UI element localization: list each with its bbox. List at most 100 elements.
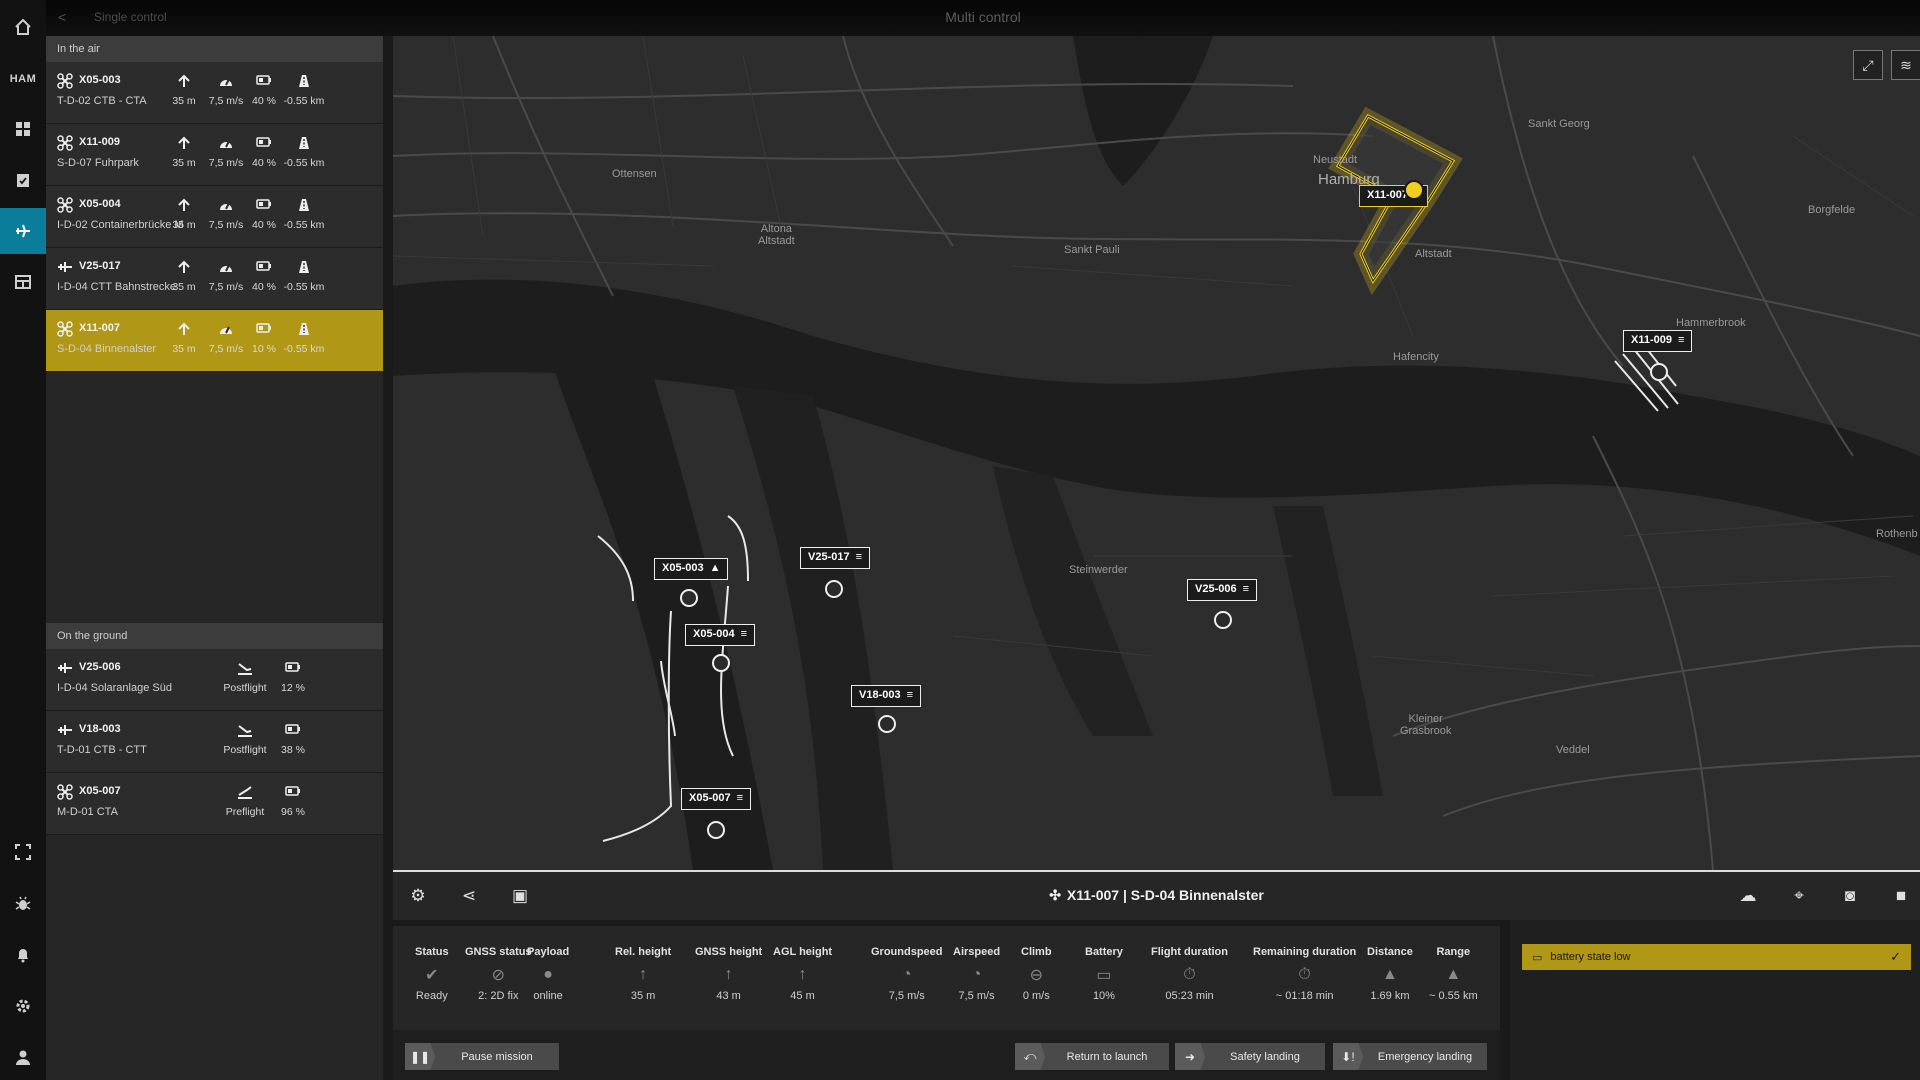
pause-mission-button[interactable]: ❚❚ Pause mission	[405, 1043, 559, 1070]
stat-value: Ready	[415, 990, 448, 1002]
map-label-sankt-georg: Sankt Georg	[1528, 118, 1590, 130]
settings-button[interactable]	[0, 983, 46, 1029]
map-tag-v25-017[interactable]: V25-017 ≡	[800, 547, 871, 569]
stat-value: 43 m	[716, 990, 741, 1002]
stat-value: 10%	[1092, 990, 1115, 1002]
menu-icon: ≡	[740, 628, 748, 640]
map-tag-v25-006[interactable]: V25-006 ≡	[1187, 579, 1258, 601]
mission-name: M-D-01 CTA	[57, 806, 118, 818]
map-tag-x11-007[interactable]: X11-007 ≡	[1359, 185, 1429, 207]
notifications-button[interactable]	[0, 932, 46, 978]
mission-name: T-D-02 CTB - CTA	[57, 95, 147, 107]
menu-icon: ≡	[855, 551, 863, 563]
selected-vehicle-title: ✣ X11-007 | S-D-04 Binnenalster	[1049, 887, 1264, 903]
fullscreen-button[interactable]	[0, 829, 46, 875]
on-ground-list-item[interactable]: V25-006 I-D-04 Solaranlage Süd Postfligh…	[46, 649, 383, 711]
weather-button[interactable]: ☁	[1737, 886, 1759, 908]
plane-icon	[57, 259, 73, 275]
range-metric: -0.55 km	[282, 74, 326, 107]
video-button[interactable]: ■	[1890, 886, 1912, 908]
emergency-landing-button[interactable]: ⬇! Emergency landing	[1333, 1043, 1487, 1070]
battery-icon	[271, 723, 315, 739]
map-label-sankt-pauli: Sankt Pauli	[1064, 244, 1120, 256]
in-air-list-item[interactable]: X11-009 S-D-07 Fuhrpark 35 m 7,5 m/s 40 …	[46, 124, 383, 186]
map-label-veddel: Veddel	[1556, 744, 1590, 756]
mission-name: I-D-04 Solaranlage Süd	[57, 682, 172, 694]
stat-label: Flight duration	[1151, 946, 1228, 958]
acknowledge-check-icon[interactable]: ✓	[1890, 949, 1901, 965]
on-ground-list-item[interactable]: X05-007 M-D-01 CTA Preflight 96 %	[46, 773, 383, 835]
in-air-list-item[interactable]: X05-004 I-D-02 Containerbrücke M 35 m 7,…	[46, 186, 383, 248]
menu-icon: ≡	[1413, 189, 1421, 201]
battery-alert[interactable]: ▭ battery state low ✓	[1522, 944, 1911, 970]
on-ground-list-item[interactable]: V18-003 T-D-01 CTB - CTT Postflight 38 %	[46, 711, 383, 773]
map-tag-x05-003[interactable]: X05-003 ▲	[654, 558, 729, 580]
mission-name: S-D-04 Binnenalster	[57, 343, 157, 355]
height-value: 35 m	[172, 95, 196, 107]
dot-icon: ●	[543, 966, 553, 983]
plane-icon	[57, 660, 73, 676]
map-label-hammerbrook: Hammerbrook	[1676, 317, 1746, 329]
camera-button[interactable]: ◙	[1839, 886, 1861, 908]
caret-up-icon: ▲	[709, 562, 721, 574]
battery-icon	[242, 136, 286, 152]
drone-icon	[57, 197, 73, 213]
map-tag-v18-003[interactable]: V18-003 ≡	[851, 685, 922, 707]
home-button[interactable]	[0, 4, 46, 50]
arrow-up-icon: ↑	[639, 966, 648, 983]
mission-name: S-D-07 Fuhrpark	[57, 157, 139, 169]
dashboard-button[interactable]	[0, 106, 46, 152]
stat-value: 05:23 min	[1165, 990, 1214, 1002]
stat-value: 0 m/s	[1022, 990, 1050, 1002]
stat-label: AGL height	[773, 946, 833, 958]
safety-landing-button[interactable]: ➜ Safety landing	[1175, 1043, 1325, 1070]
road-icon	[282, 136, 326, 152]
stat-label: Climb	[1021, 946, 1052, 958]
user-button[interactable]	[0, 1034, 46, 1080]
map-view[interactable]: Ottensen Altona Altstadt Sankt Pauli Neu…	[393, 36, 1920, 870]
mission-name: T-D-01 CTB - CTT	[57, 744, 147, 756]
checklist-button[interactable]	[0, 157, 46, 203]
arrow-up-icon	[162, 136, 206, 152]
map-label-rothenburgsort: Rothenb	[1876, 528, 1918, 540]
landing-icon: ➜	[1175, 1043, 1205, 1070]
map-fullscreen-button[interactable]: ⤢	[1853, 50, 1883, 80]
map-tag-x05-004[interactable]: X05-004 ≡	[685, 624, 756, 646]
flight-button[interactable]	[0, 208, 46, 254]
stat-label: Status	[415, 946, 449, 958]
height-metric: 35 m	[162, 260, 206, 293]
plane-icon	[57, 722, 73, 738]
battery-icon: ▭	[1532, 951, 1543, 964]
vehicle-id: V18-003	[79, 723, 121, 735]
battery-metric: 38 %	[271, 723, 315, 756]
stat-value: 45 m	[790, 990, 815, 1002]
in-air-list-item[interactable]: V25-017 I-D-04 CTT Bahnstrecke 35 m 7,5 …	[46, 248, 383, 310]
battery-metric: 40 %	[242, 198, 286, 231]
phase-metric: Postflight	[223, 723, 267, 756]
vehicle-id: X05-004	[79, 198, 121, 210]
battery-icon	[271, 785, 315, 801]
map-tag-x11-009[interactable]: X11-009 ≡	[1623, 330, 1693, 352]
station-button[interactable]: HAM	[0, 56, 46, 102]
alerts-panel: ▭ battery state low ✓	[1510, 920, 1920, 1080]
in-air-list-item[interactable]: X05-003 T-D-02 CTB - CTA 35 m 7,5 m/s 40…	[46, 62, 383, 124]
map-tag-x05-007[interactable]: X05-007 ≡	[681, 788, 752, 810]
vehicle-toolbar: ⚙ ⋖ ▣ ✣ X11-007 | S-D-04 Binnenalster ☁ ⌖…	[393, 870, 1920, 920]
phase-value: Postflight	[223, 682, 267, 694]
map-canvas[interactable]	[393, 36, 1920, 870]
table-button[interactable]	[0, 259, 46, 305]
map-layers-button[interactable]: ≋	[1891, 50, 1920, 80]
height-metric: 35 m	[162, 322, 206, 355]
map-label-borgfelde: Borgfelde	[1808, 204, 1856, 216]
range-metric: -0.55 km	[282, 198, 326, 231]
telemetry-panel: Status ✔ Ready GNSS status ⊘ 2: 2D fix P…	[393, 920, 1500, 1030]
in-air-list-item[interactable]: X11-007 S-D-04 Binnenalster 35 m 7,5 m/s…	[46, 310, 383, 372]
map-label-altona: Altona Altstadt	[758, 223, 795, 247]
focus-vehicle-button[interactable]: ⌖	[1788, 886, 1810, 908]
debug-button[interactable]	[0, 881, 46, 927]
stat-label: GNSS status	[465, 946, 532, 958]
return-to-launch-button[interactable]: ⤺ Return to launch	[1015, 1043, 1169, 1070]
battery-value: 12 %	[281, 682, 305, 694]
height-value: 35 m	[172, 219, 196, 231]
bug-icon	[15, 896, 31, 910]
